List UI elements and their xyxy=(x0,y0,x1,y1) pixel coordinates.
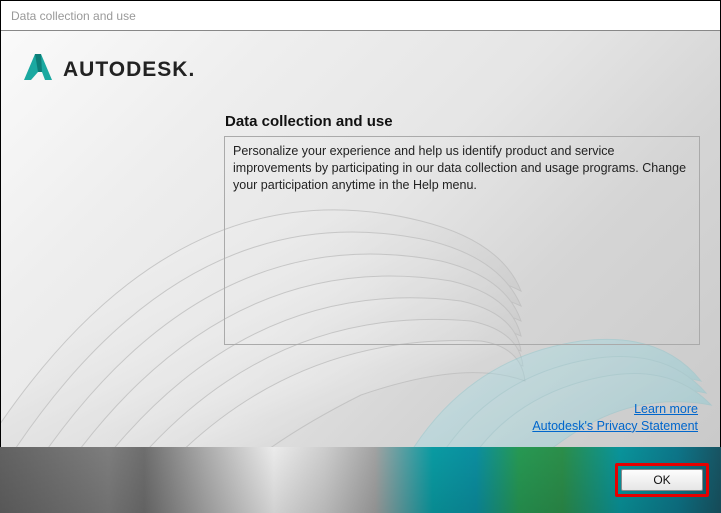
footer-bar: OK xyxy=(0,447,721,513)
window-title: Data collection and use xyxy=(11,9,136,23)
autodesk-logo-icon xyxy=(23,53,53,86)
description-box: Personalize your experience and help us … xyxy=(224,136,700,345)
titlebar: Data collection and use xyxy=(1,1,720,31)
learn-more-link[interactable]: Learn more xyxy=(634,401,698,418)
privacy-statement-link[interactable]: Autodesk's Privacy Statement xyxy=(532,418,698,435)
brand-logo: AUTODESK. xyxy=(23,53,195,86)
link-group: Learn more Autodesk's Privacy Statement xyxy=(532,401,698,435)
page-heading: Data collection and use xyxy=(225,113,393,130)
ok-button[interactable]: OK xyxy=(621,469,703,491)
description-text: Personalize your experience and help us … xyxy=(233,144,686,192)
content-area: AUTODESK. Data collection and use Person… xyxy=(1,31,720,447)
ok-button-highlight: OK xyxy=(615,463,709,497)
footer-overlay xyxy=(0,447,721,513)
brand-name: AUTODESK. xyxy=(63,58,195,82)
